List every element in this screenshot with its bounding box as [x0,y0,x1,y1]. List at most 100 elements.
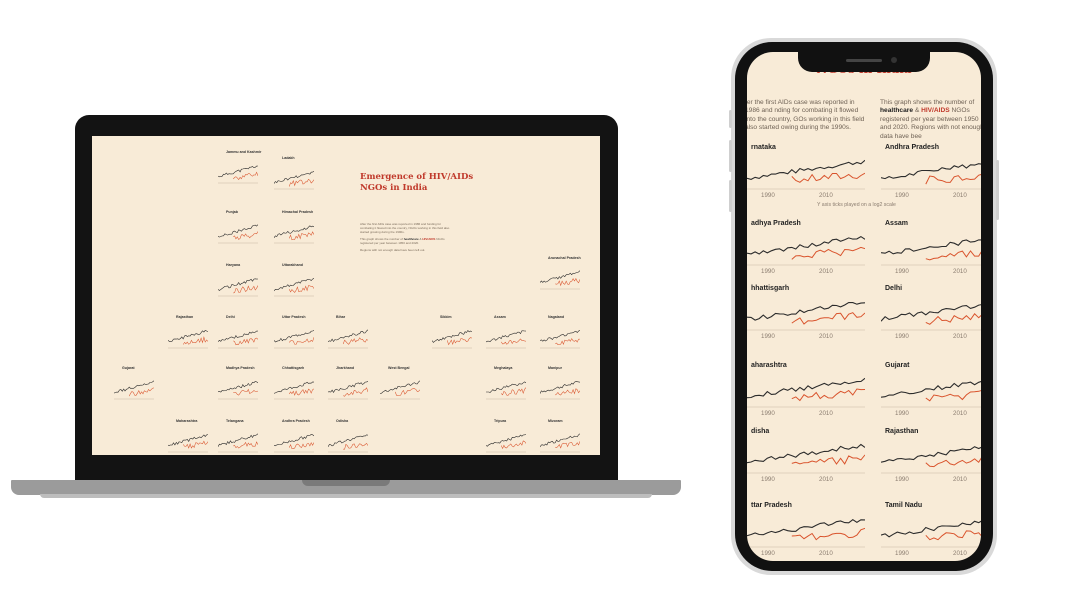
x-tick-label: 1990 [761,333,775,340]
series-healthcare-line [274,171,314,184]
phone-volume-down [729,180,732,212]
phone-state-panel: Gujarat 1990 2010 [881,362,981,420]
state-name: Jammu and Kashmir [226,150,262,154]
state-name: Rajasthan [176,315,194,319]
sparkline [274,171,314,190]
series-healthcare-line [747,235,865,255]
laptop-state-panel: Andhra Pradesh [274,419,318,455]
laptop-state-panel: Jammu and Kashmir [218,150,262,192]
state-name: Delhi [885,285,903,292]
series-healthcare-line [274,433,314,447]
series-hiv-line [446,337,472,346]
series-hiv-line [500,440,526,450]
phone-state-panel: Delhi 1990 2010 [881,285,981,343]
sparkline [881,304,981,331]
series-hiv-line [791,527,865,541]
series-hiv-line [925,250,981,261]
series-hiv-line [233,285,258,294]
state-name: ttar Pradesh [751,502,792,509]
sparkline [486,330,526,349]
series-hiv-line [343,443,368,450]
series-healthcare-line [380,380,420,394]
sparkline [432,330,472,349]
x-tick-label: 1990 [761,476,775,483]
phone-screen[interactable]: NGOs in India ter the first AIDs case wa… [747,52,981,561]
sparkline [168,434,208,453]
series-hiv-line [791,312,865,325]
sparkline [274,330,314,349]
x-tick-label: 2010 [953,192,967,199]
phone-legend-hiv: HIV/AIDS [921,107,950,115]
phone-state-panel: ttar Pradesh 1990 2010 [747,502,865,560]
sparkline [168,330,208,349]
sparkline [540,381,580,400]
state-name: Rajasthan [885,428,919,435]
series-hiv-line [925,313,981,325]
laptop-state-panel: Meghalaya [486,366,530,408]
state-name: Maharashtra [176,419,198,423]
phone-speaker [846,59,882,62]
state-name: Tripura [494,419,507,423]
series-hiv-line [501,387,526,396]
series-hiv-line [500,338,526,345]
series-hiv-line [343,387,368,397]
phone-intro-left: ter the first AIDs case was reported in … [747,99,867,133]
phone-state-panel: disha 1990 2010 [747,428,865,486]
phone-intro-right: This graph shows the number of healthcar… [880,99,981,141]
laptop-state-panel: Mizoram [540,419,584,455]
sparkline [328,434,368,453]
series-healthcare-line [881,381,981,398]
x-tick-label: 1990 [761,410,775,417]
series-healthcare-line [881,304,981,322]
sparkline [218,165,258,184]
series-hiv-line [555,278,580,287]
sparkline [747,443,865,474]
phone-legend-healthcare: healthcare [880,107,913,115]
sparkline [218,381,258,400]
sparkline [218,224,258,244]
x-tick-label: 2010 [953,268,967,275]
phone-intro-right-text: This graph shows the number of healthcar… [880,99,981,141]
series-healthcare-line [114,380,154,394]
laptop-state-panel: Gujarat [114,366,158,408]
x-tick-label: 1990 [895,410,909,417]
series-healthcare-line [274,381,314,394]
phone-intro-left-text: ter the first AIDs case was reported in … [747,99,865,132]
phone-state-panel: Tamil Nadu 1990 2010 [881,502,981,560]
laptop-state-panel: Maharashtra [168,419,212,455]
laptop-state-panel: Himachal Pradesh [274,210,318,252]
laptop-state-panel: Uttarakhand [274,263,318,305]
legend-hiv: HIV/AIDS [422,237,436,241]
laptop-state-panel: Sikkim [432,315,476,357]
laptop-intro-p3: Regions with not enough data have been l… [360,248,426,252]
series-healthcare-line [540,270,580,283]
series-healthcare-line [328,329,368,343]
sparkline [218,433,258,453]
x-tick-label: 2010 [953,333,967,340]
sparkline [274,278,314,297]
laptop-state-panel: Arunachal Pradesh [540,256,584,298]
series-hiv-line [288,442,314,449]
state-name: Arunachal Pradesh [548,256,581,260]
laptop-state-panel: Assam [486,315,530,357]
state-name: Sikkim [440,315,452,319]
x-tick-label: 2010 [819,333,833,340]
phone-state-panel: Assam 1990 2010 [881,220,981,278]
series-hiv-line [288,231,314,241]
series-hiv-line [182,336,208,345]
series-hiv-line [555,388,580,396]
state-name: Tamil Nadu [885,502,923,509]
series-healthcare-line [747,377,865,399]
sparkline [540,270,580,290]
state-name: Uttarakhand [282,263,303,267]
sparkline [218,330,258,349]
x-tick-label: 2010 [819,410,833,417]
series-healthcare-line [218,165,258,178]
state-name: adhya Pradesh [751,220,801,227]
x-tick-label: 2010 [953,476,967,483]
laptop-state-panel: Nagaland [540,315,584,357]
series-hiv-line [288,285,314,293]
laptop-state-panel: Odisha [328,419,372,455]
sparkline [747,377,865,408]
laptop-state-panel: Jharkhand [328,366,372,408]
